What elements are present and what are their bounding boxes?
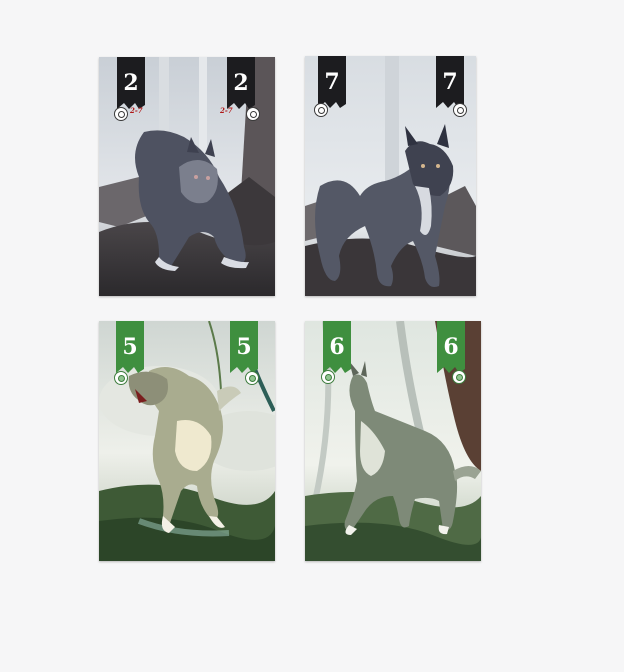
value-banner-right: 2: [227, 57, 255, 109]
card-value: 7: [442, 69, 458, 95]
card-value: 7: [324, 69, 340, 95]
wolf-card-2[interactable]: 2 2-7 2 2-7: [99, 57, 275, 296]
circle-badge-icon: [114, 107, 128, 121]
card-value: 2: [233, 70, 249, 96]
wolf-card-6[interactable]: 6 6: [305, 321, 481, 561]
card-value: 2: [123, 70, 139, 96]
paw-badge-icon: [245, 371, 259, 385]
circle-badge-icon: [453, 103, 467, 117]
value-banner-right: 7: [436, 56, 464, 108]
paw-badge-icon: [114, 371, 128, 385]
value-banner-right: 6: [437, 321, 465, 373]
value-banner-left: 5: [116, 321, 144, 373]
card-subtag: 2-7: [130, 106, 143, 115]
paw-badge-icon: [321, 370, 335, 384]
card-value: 6: [443, 334, 459, 360]
wolf-card-7[interactable]: 7 7: [305, 56, 476, 296]
wolf-card-5[interactable]: 5 5: [99, 321, 275, 561]
card-subtag: 2-7: [220, 106, 233, 115]
paw-badge-icon: [452, 370, 466, 384]
circle-badge-icon: [246, 107, 260, 121]
card-value: 5: [236, 334, 252, 360]
value-banner-left: 6: [323, 321, 351, 373]
value-banner-left: 7: [318, 56, 346, 108]
value-banner-right: 5: [230, 321, 258, 373]
card-value: 5: [122, 334, 138, 360]
value-banner-left: 2: [117, 57, 145, 109]
circle-badge-icon: [314, 103, 328, 117]
card-value: 6: [329, 334, 345, 360]
